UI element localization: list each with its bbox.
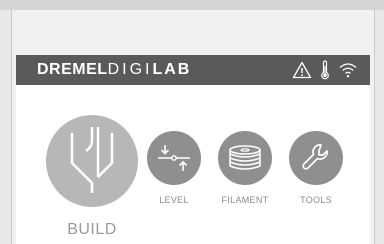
level-label: LEVEL: [159, 195, 189, 205]
dremel-digilab-logo: DREMELDIGILAB: [37, 61, 191, 79]
warning-icon[interactable]: [292, 61, 312, 79]
level-button[interactable]: LEVEL: [147, 131, 201, 205]
filament-circle[interactable]: [218, 131, 272, 185]
printer-device: DREMELDIGILAB BUILD LEVEL FILAMENT TOOLS: [0, 0, 384, 244]
tools-button[interactable]: TOOLS: [289, 131, 343, 205]
status-icons: [292, 59, 358, 81]
main-menu: BUILD LEVEL FILAMENT TOOLS: [16, 85, 370, 244]
wrench-icon: [302, 144, 328, 170]
build-circle[interactable]: [46, 115, 138, 207]
wifi-icon[interactable]: [338, 61, 358, 79]
filament-label: FILAMENT: [221, 195, 269, 205]
build-label: BUILD: [67, 221, 117, 238]
nozzle-icon: [70, 127, 114, 193]
filament-button[interactable]: FILAMENT: [218, 131, 272, 205]
top-bezel: [0, 0, 384, 10]
logo-lab: LAB: [152, 61, 192, 78]
thermometer-icon[interactable]: [320, 60, 330, 80]
logo-brand: DREMEL: [37, 61, 108, 78]
level-circle[interactable]: [147, 131, 201, 185]
level-icon: [158, 145, 190, 171]
filament-spool-icon: [229, 145, 261, 170]
tools-label: TOOLS: [300, 195, 332, 205]
build-button[interactable]: BUILD: [46, 115, 138, 239]
logo-digi: DIGI: [107, 61, 153, 78]
header-bar: DREMELDIGILAB: [16, 55, 370, 85]
tools-circle[interactable]: [289, 131, 343, 185]
